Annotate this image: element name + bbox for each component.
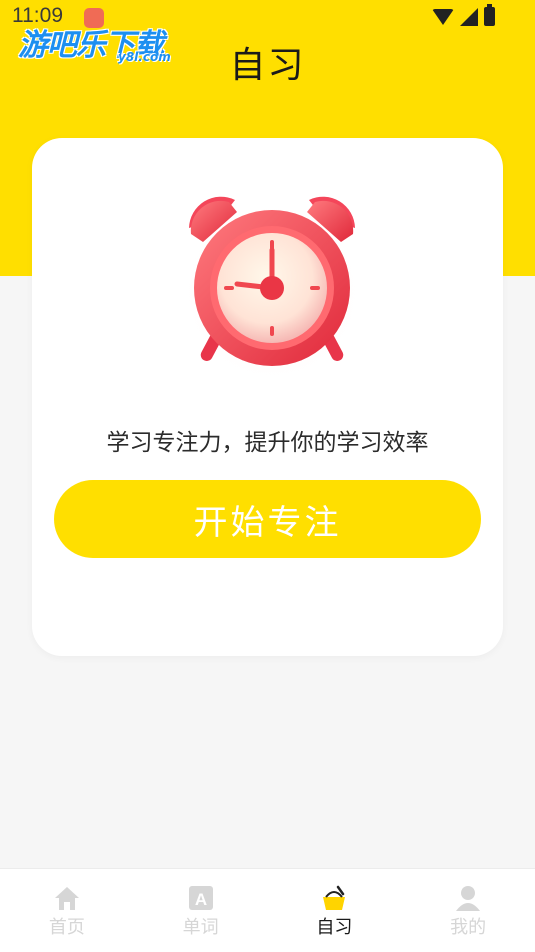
page-title: 自习 (229, 45, 306, 86)
tab-label-mine: 我的 (450, 917, 487, 938)
user-icon (456, 886, 481, 911)
tab-home[interactable]: 首页 (0, 869, 134, 952)
battery-icon (484, 4, 495, 26)
start-focus-button[interactable]: 开始专注 (54, 480, 481, 558)
svg-text:A: A (194, 890, 206, 909)
word-card-icon: A (188, 886, 213, 910)
focus-card: 学习专注力，提升你的学习效率 开始专注 (32, 138, 503, 656)
bottom-tab-bar: 首页 A 单词 自习 我的 (0, 868, 535, 952)
tab-mine[interactable]: 我的 (401, 869, 535, 952)
tab-study[interactable]: 自习 (268, 869, 402, 952)
tab-label-study: 自习 (316, 917, 353, 938)
wifi-icon (432, 8, 454, 25)
home-icon (54, 887, 79, 910)
alarm-clock-icon (177, 192, 367, 384)
status-indicators (432, 4, 495, 26)
tab-words[interactable]: A 单词 (134, 869, 268, 952)
signal-icon (460, 7, 478, 26)
study-basket-icon (323, 885, 346, 910)
tab-label-home: 首页 (48, 917, 85, 938)
focus-tagline: 学习专注力，提升你的学习效率 (106, 430, 429, 456)
tab-label-words: 单词 (182, 917, 219, 938)
